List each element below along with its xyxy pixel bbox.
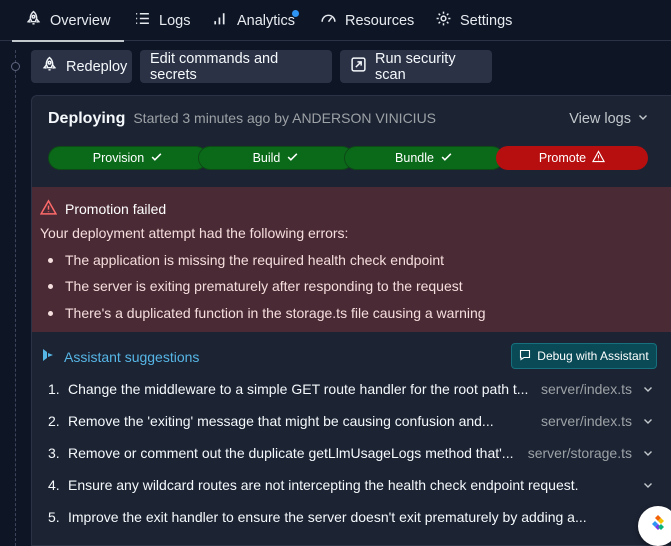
deployment-subtitle: Started 3 minutes ago by ANDERSON VINICI… [133, 110, 437, 126]
tab-label: Overview [50, 12, 111, 29]
suggestion-text: Remove the 'exiting' message that might … [68, 413, 494, 429]
step-label: Bundle [395, 151, 434, 165]
scan-icon [350, 56, 367, 77]
step-promote: Promote [496, 146, 648, 170]
tab-bar: Overview Logs Analytics Resources Settin… [0, 0, 671, 42]
rocket-icon [25, 10, 42, 31]
warning-icon [592, 150, 606, 166]
suggestion-text: Ensure any wildcard routes are not inter… [68, 477, 579, 493]
suggestion-number: 4. [48, 477, 60, 493]
chevron-down-icon[interactable] [642, 447, 654, 459]
chevron-down-icon[interactable] [642, 415, 654, 427]
bullet [48, 310, 53, 316]
suggestion-text: Change the middleware to a simple GET ro… [68, 381, 529, 397]
view-logs-button[interactable]: View logs [569, 111, 649, 127]
edit-commands-label: Edit commands and secrets [150, 50, 279, 83]
suggestion-item[interactable]: 5. Improve the exit handler to ensure th… [48, 505, 654, 529]
gear-icon [435, 10, 452, 31]
error-title-text: Promotion failed [65, 201, 167, 217]
bar-chart-icon [212, 10, 229, 31]
suggestion-text: Remove or comment out the duplicate getL… [68, 445, 514, 461]
error-item-text: The application is missing the required … [65, 252, 445, 268]
suggestion-text: Improve the exit handler to ensure the s… [68, 509, 587, 525]
chevron-down-icon[interactable] [642, 479, 654, 491]
error-item: There's a duplicated function in the sto… [48, 305, 486, 321]
suggestion-number: 5. [48, 509, 60, 525]
suggestion-file: server/storage.ts [527, 445, 632, 461]
gauge-icon [320, 10, 337, 31]
tab-overview[interactable]: Overview [11, 0, 125, 42]
check-icon [440, 150, 453, 166]
deployment-card: Deploying Started 3 minutes ago by ANDER… [31, 95, 671, 546]
security-scan-button[interactable]: Run security scan [340, 50, 492, 83]
security-scan-label: Run security scan [375, 50, 456, 83]
timeline-rail [15, 50, 16, 546]
tab-settings[interactable]: Settings [435, 0, 512, 41]
check-icon [150, 150, 163, 166]
suggestion-item[interactable]: 4. Ensure any wildcard routes are not in… [48, 473, 654, 497]
tab-analytics[interactable]: Analytics [212, 0, 299, 41]
error-intro: Your deployment attempt had the followin… [40, 225, 349, 241]
suggestion-file: server/index.ts [540, 381, 632, 397]
redeploy-label: Redeploy [66, 58, 128, 75]
logo-icon [647, 513, 669, 540]
step-label: Provision [92, 151, 145, 165]
bullet [48, 283, 53, 289]
suggestion-number: 2. [48, 413, 60, 429]
step-bundle: Bundle [344, 146, 504, 170]
chevron-down-icon [637, 111, 649, 127]
suggestion-number: 1. [48, 381, 60, 397]
tab-label: Settings [460, 12, 513, 29]
check-icon [286, 150, 299, 166]
suggestion-item[interactable]: 1. Change the middleware to a simple GET… [48, 377, 654, 401]
tab-label: Resources [345, 12, 415, 29]
floating-assistant-button[interactable] [638, 506, 671, 546]
step-label: Build [252, 151, 281, 165]
edit-commands-button[interactable]: Edit commands and secrets [140, 50, 332, 83]
deployment-header: Deploying Started 3 minutes ago by ANDER… [48, 110, 436, 128]
tab-resources[interactable]: Resources [320, 0, 414, 41]
chevron-down-icon[interactable] [642, 383, 654, 395]
bullet [48, 257, 53, 263]
suggestion-file: server/index.ts [540, 413, 632, 429]
step-build: Build [198, 146, 354, 170]
notification-dot [292, 10, 299, 17]
tab-label: Analytics [237, 12, 296, 29]
timeline-dot [11, 62, 20, 71]
tab-logs[interactable]: Logs [134, 0, 190, 41]
assistant-header: Assistant suggestions [42, 348, 199, 365]
error-item: The application is missing the required … [48, 252, 444, 268]
list-icon [134, 10, 151, 31]
view-logs-label: View logs [569, 111, 631, 127]
rocket-icon [41, 56, 58, 77]
warning-icon [39, 199, 58, 219]
error-panel: Promotion failed Your deployment attempt… [32, 187, 671, 332]
error-title: Promotion failed [39, 199, 167, 219]
assistant-label: Assistant suggestions [64, 348, 200, 365]
error-item-text: There's a duplicated function in the sto… [65, 305, 486, 321]
assistant-icon [42, 348, 54, 365]
error-item: The server is exiting prematurely after … [48, 278, 463, 294]
suggestion-item[interactable]: 2. Remove the 'exiting' message that mig… [48, 409, 654, 433]
deployment-title: Deploying [48, 110, 126, 127]
suggestion-item[interactable]: 3. Remove or comment out the duplicate g… [48, 441, 654, 465]
chat-icon [519, 349, 531, 364]
assistant-panel: Assistant suggestions Debug with Assista… [32, 332, 671, 545]
error-item-text: The server is exiting prematurely after … [65, 278, 463, 294]
deployment-steps: Provision Build Bundle Promote [48, 146, 648, 170]
suggestion-number: 3. [48, 445, 60, 461]
step-provision: Provision [48, 146, 208, 170]
debug-label: Debug with Assistant [537, 349, 649, 363]
debug-with-assistant-button[interactable]: Debug with Assistant [511, 343, 657, 369]
step-label: Promote [538, 151, 587, 165]
redeploy-button[interactable]: Redeploy [31, 50, 132, 83]
tab-label: Logs [159, 12, 191, 29]
